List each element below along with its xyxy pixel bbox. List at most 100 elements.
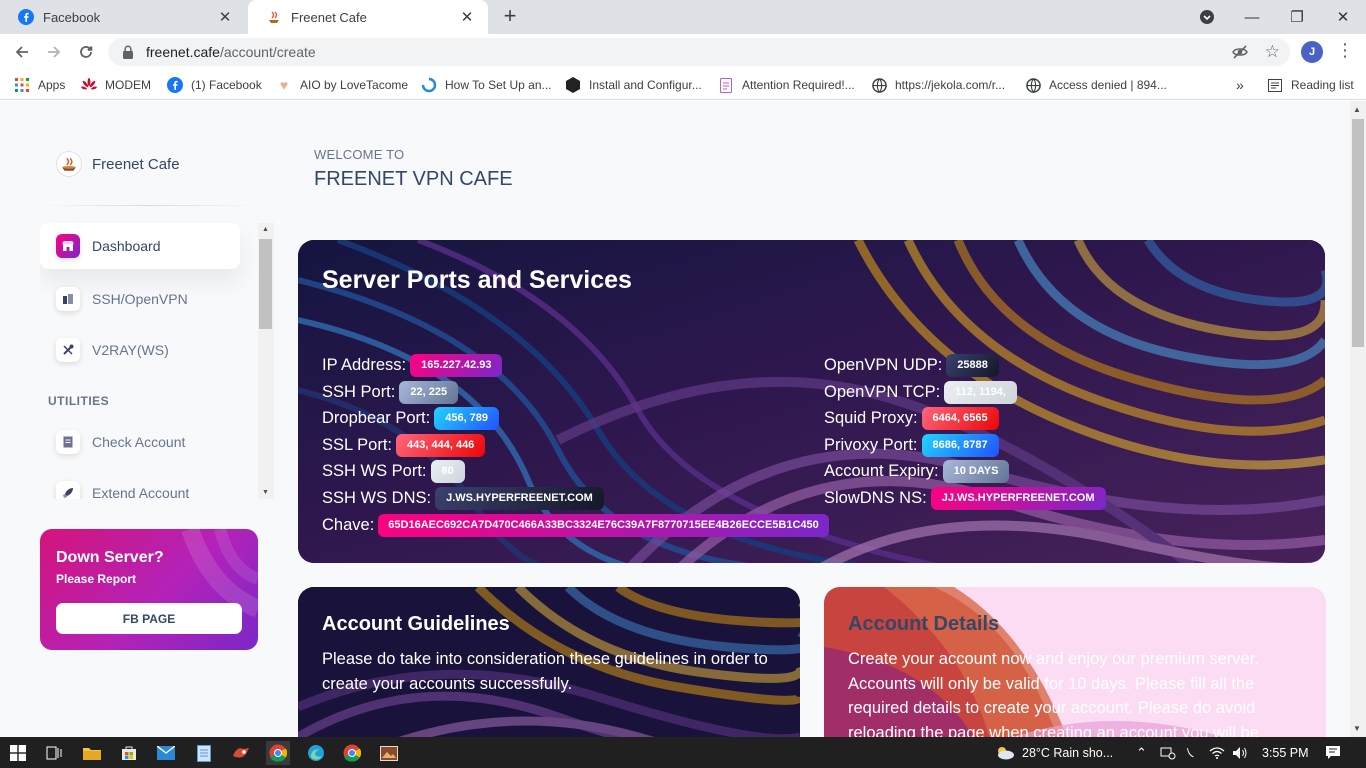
- reload-button[interactable]: [74, 40, 98, 64]
- bookmark-aio[interactable]: ♥ AIO by LoveTacome: [276, 76, 408, 94]
- sidebar-divider: [40, 205, 260, 206]
- brand[interactable]: Freenet Cafe: [56, 151, 180, 177]
- server-ports-card: Server Ports and Services IP Address: 16…: [298, 240, 1325, 563]
- store-icon[interactable]: [117, 741, 141, 765]
- photos-icon[interactable]: [377, 741, 401, 765]
- app-red-icon[interactable]: [229, 741, 253, 765]
- browser-menu-icon[interactable]: ⋮: [1336, 40, 1354, 61]
- dropbear-port-badge: 456, 789: [434, 407, 500, 430]
- action-center-icon[interactable]: [1325, 737, 1341, 768]
- bookmark-attention[interactable]: Attention Required!...: [718, 76, 855, 94]
- edge-icon[interactable]: [304, 741, 328, 765]
- tab-freenet-cafe[interactable]: Freenet Cafe ✕: [248, 0, 488, 34]
- facebook-icon: [167, 77, 183, 93]
- scroll-up-arrow-icon[interactable]: ▲: [262, 226, 269, 233]
- eye-slash-icon[interactable]: [1232, 44, 1248, 60]
- squid-proxy-row: Squid Proxy: 6464, 6565: [824, 407, 999, 430]
- task-view-icon[interactable]: [42, 741, 66, 765]
- shop-icon: [56, 234, 80, 258]
- slowdns-ns-label: SlowDNS NS:: [824, 489, 927, 507]
- page-scroll-thumb[interactable]: [1352, 119, 1364, 347]
- account-expiry-badge: 10 DAYS: [942, 460, 1010, 483]
- address-bar[interactable]: freenet.cafe/account/create ☆: [108, 38, 1290, 66]
- more-bookmarks-button[interactable]: »: [1236, 76, 1244, 94]
- scroll-down-arrow-icon[interactable]: ▼: [262, 489, 269, 496]
- sidebar-item-v2ray[interactable]: V2RAY(WS): [40, 327, 240, 373]
- bookmark-facebook[interactable]: (1) Facebook: [167, 76, 262, 94]
- close-tab-icon[interactable]: ✕: [458, 8, 476, 26]
- start-windows-icon[interactable]: [6, 741, 30, 765]
- close-window-button[interactable]: ✕: [1320, 0, 1366, 34]
- bookmark-how-to[interactable]: How To Set Up an...: [421, 76, 552, 94]
- document-icon: [56, 430, 80, 454]
- sidebar-item-dashboard[interactable]: Dashboard: [40, 223, 240, 269]
- reading-list-label: Reading list: [1291, 78, 1354, 92]
- openvpn-tcp-row: OpenVPN TCP: 112, 1194,: [824, 381, 1017, 404]
- guidelines-title: Account Guidelines: [322, 613, 510, 635]
- sidebar-item-label: SSH/OpenVPN: [92, 291, 188, 307]
- apps-grid-icon: [14, 77, 30, 93]
- reading-list-button[interactable]: Reading list: [1267, 76, 1354, 94]
- squid-proxy-label: Squid Proxy:: [824, 409, 918, 427]
- guidelines-text: Please do take into consideration these …: [322, 650, 768, 693]
- details-title: Account Details: [848, 613, 1000, 635]
- heart-icon: ♥: [279, 77, 289, 93]
- dropbear-port-label: Dropbear Port:: [322, 409, 431, 427]
- show-hidden-icons[interactable]: ⌃: [1136, 737, 1147, 768]
- scroll-down-arrow-icon[interactable]: ▼: [1353, 724, 1361, 733]
- office-icon: [56, 287, 80, 311]
- sidebar-item-extend-account[interactable]: Extend Account: [40, 470, 240, 499]
- bookmark-label: How To Set Up an...: [445, 78, 552, 92]
- network-device-icon[interactable]: [1160, 737, 1176, 768]
- notepad-icon[interactable]: [192, 741, 216, 765]
- bookmark-label: https://jekola.com/r...: [895, 78, 1006, 92]
- weather-widget[interactable]: 28°C Rain sho...: [994, 737, 1113, 768]
- sidebar-item-check-account[interactable]: Check Account: [40, 419, 240, 465]
- bookmark-access-denied[interactable]: Access denied | 894...: [1025, 76, 1167, 94]
- tab-search-icon[interactable]: [1184, 0, 1230, 34]
- sidebar-item-ssh-openvpn[interactable]: SSH/OpenVPN: [40, 276, 240, 322]
- openvpn-udp-row: OpenVPN UDP: 25888: [824, 354, 999, 377]
- privoxy-port-row: Privoxy Port: 8686, 8787: [824, 434, 999, 457]
- back-button[interactable]: [10, 40, 34, 64]
- facebook-icon: [18, 9, 34, 25]
- tab-facebook[interactable]: Facebook ✕: [0, 0, 246, 34]
- bookmark-star-icon[interactable]: ☆: [1265, 42, 1280, 62]
- fb-page-button[interactable]: FB PAGE: [56, 603, 242, 634]
- new-tab-button[interactable]: +: [498, 5, 522, 29]
- minimize-button[interactable]: —: [1229, 0, 1275, 34]
- chrome-icon[interactable]: [266, 741, 290, 765]
- sidebar-item-label: Check Account: [92, 434, 186, 450]
- ssh-port-badge: 22, 225: [399, 381, 459, 404]
- account-guidelines-card: Account Guidelines Please do take into c…: [298, 587, 800, 737]
- mail-icon[interactable]: [154, 741, 178, 765]
- page-scrollbar[interactable]: ▲ ▼: [1350, 101, 1366, 737]
- page-viewport: Freenet Cafe Dashboard SSH/OpenVPN V2RAY…: [0, 101, 1350, 737]
- bookmark-apps[interactable]: Apps: [14, 76, 65, 94]
- bookmark-modem[interactable]: MODEM: [81, 76, 151, 94]
- clock-time[interactable]: 3:55 PM: [1262, 737, 1309, 768]
- volume-icon[interactable]: [1232, 737, 1248, 768]
- tab-strip: Facebook ✕ Freenet Cafe ✕ + — ❐ ✕: [0, 0, 1366, 34]
- bookmark-jekola[interactable]: https://jekola.com/r...: [871, 76, 1005, 94]
- lock-icon[interactable]: [122, 45, 134, 59]
- bookmark-install[interactable]: Install and Configur...: [565, 76, 702, 94]
- ip-address-label: IP Address:: [322, 356, 407, 374]
- input-language-icon[interactable]: ㇏: [1184, 737, 1196, 768]
- file-explorer-icon[interactable]: [80, 741, 104, 765]
- tab-label: Facebook: [43, 9, 101, 25]
- weather-cloud-icon: [998, 746, 1014, 759]
- sidebar-scrollbar[interactable]: ▲ ▼: [258, 223, 274, 499]
- url-host: freenet.cafe: [146, 44, 220, 60]
- privoxy-port-label: Privoxy Port:: [824, 436, 918, 454]
- chave-badge: 65D16AEC692CA7D470C466A33BC3324E76C39A7F…: [378, 514, 829, 537]
- close-tab-icon[interactable]: ✕: [216, 8, 234, 26]
- wifi-icon[interactable]: [1209, 737, 1225, 768]
- sidebar-scroll-thumb[interactable]: [259, 239, 272, 329]
- ssl-port-badge: 443, 444, 446: [396, 434, 486, 457]
- profile-avatar[interactable]: J: [1301, 41, 1323, 63]
- chrome-alt-icon[interactable]: [340, 741, 364, 765]
- scroll-up-arrow-icon[interactable]: ▲: [1353, 105, 1361, 114]
- forward-button[interactable]: [42, 40, 66, 64]
- restore-button[interactable]: ❐: [1274, 0, 1320, 34]
